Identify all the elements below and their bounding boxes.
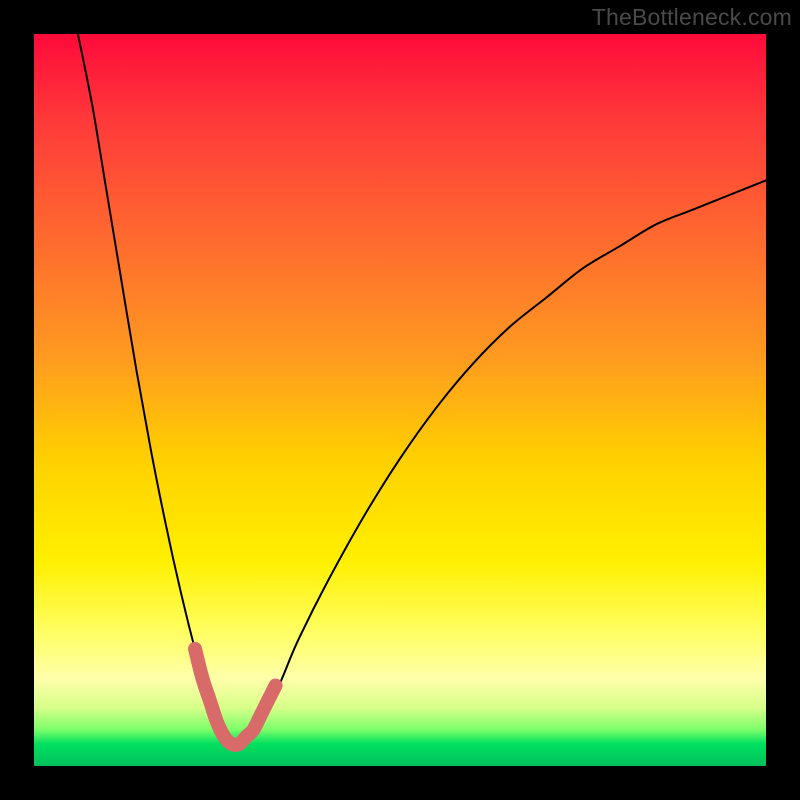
highlight-segment-path (195, 649, 276, 745)
watermark-text: TheBottleneck.com (592, 4, 792, 31)
plot-area (34, 34, 766, 766)
chart-svg (34, 34, 766, 766)
outer-frame: TheBottleneck.com (0, 0, 800, 800)
bottleneck-curve-path (78, 34, 766, 746)
